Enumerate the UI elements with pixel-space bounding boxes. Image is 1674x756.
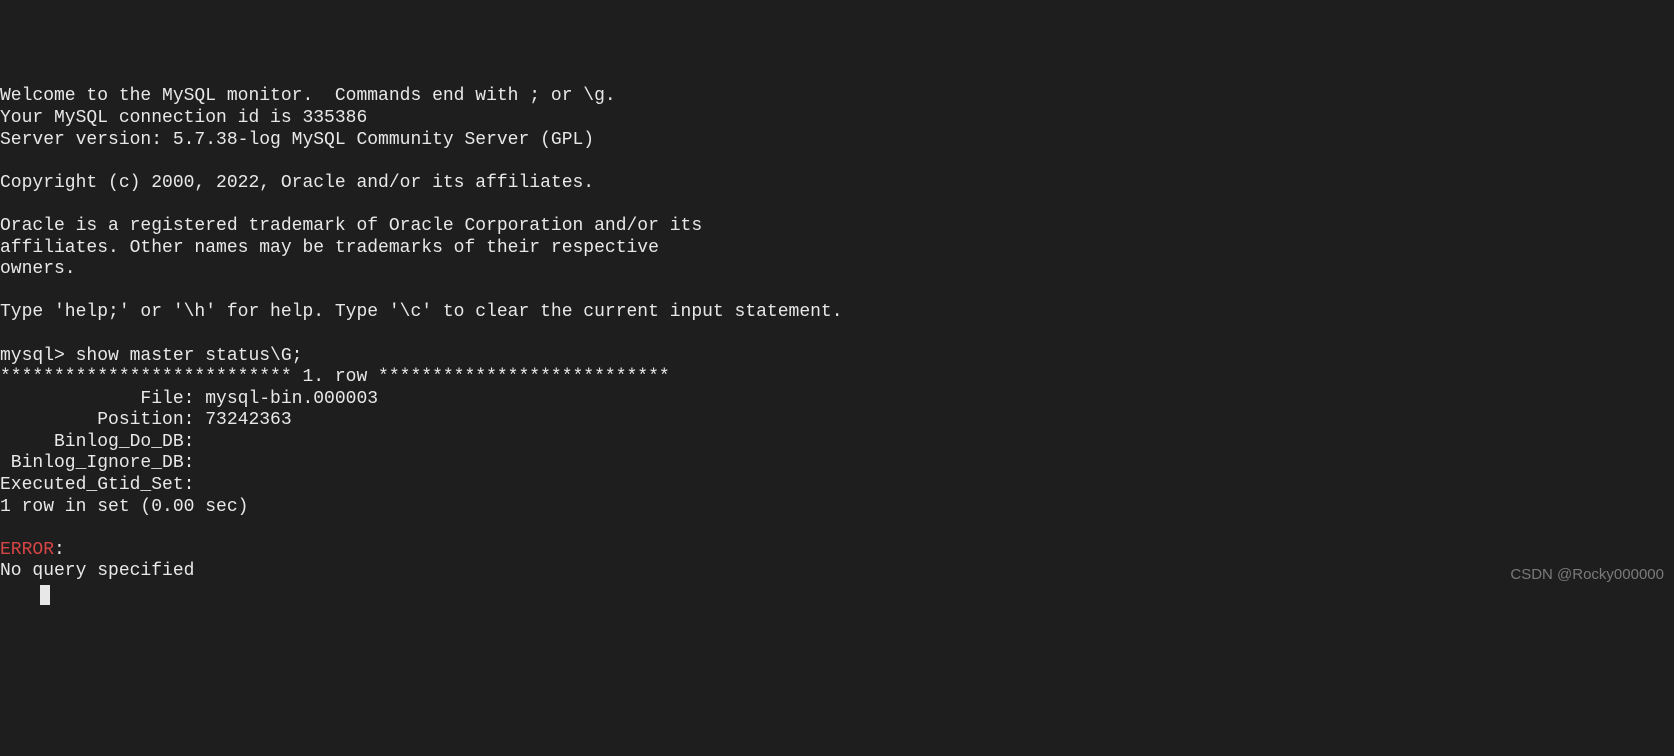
server-version-line: Server version: 5.7.38-log MySQL Communi… (0, 130, 594, 150)
file-value: mysql-bin.000003 (205, 389, 378, 409)
binlog-ignore-db-label: Binlog_Ignore_DB: (0, 453, 205, 473)
copyright-line: Copyright (c) 2000, 2022, Oracle and/or … (0, 173, 594, 193)
row-separator: *************************** 1. row *****… (0, 367, 670, 387)
error-message: No query specified (0, 561, 194, 581)
cursor (40, 585, 50, 605)
rows-in-set-line: 1 row in set (0.00 sec) (0, 497, 248, 517)
watermark: CSDN @Rocky000000 (1510, 566, 1664, 584)
trademark-line-1: Oracle is a registered trademark of Orac… (0, 216, 702, 236)
connection-id-line: Your MySQL connection id is 335386 (0, 108, 367, 128)
binlog-do-db-label: Binlog_Do_DB: (0, 432, 205, 452)
error-label: ERROR (0, 540, 54, 560)
welcome-line: Welcome to the MySQL monitor. Commands e… (0, 86, 616, 106)
position-label: Position: (0, 410, 205, 430)
file-label: File: (0, 389, 205, 409)
trademark-line-3: owners. (0, 259, 76, 279)
executed-gtid-set-label: Executed_Gtid_Set: (0, 475, 205, 495)
command-text: show master status\G; (76, 346, 303, 366)
position-value: 73242363 (205, 410, 291, 430)
mysql-prompt: mysql> (0, 346, 76, 366)
trademark-line-2: affiliates. Other names may be trademark… (0, 238, 659, 258)
help-line: Type 'help;' or '\h' for help. Type '\c'… (0, 302, 843, 322)
terminal-output[interactable]: Welcome to the MySQL monitor. Commands e… (0, 86, 1674, 604)
error-colon: : (54, 540, 76, 560)
